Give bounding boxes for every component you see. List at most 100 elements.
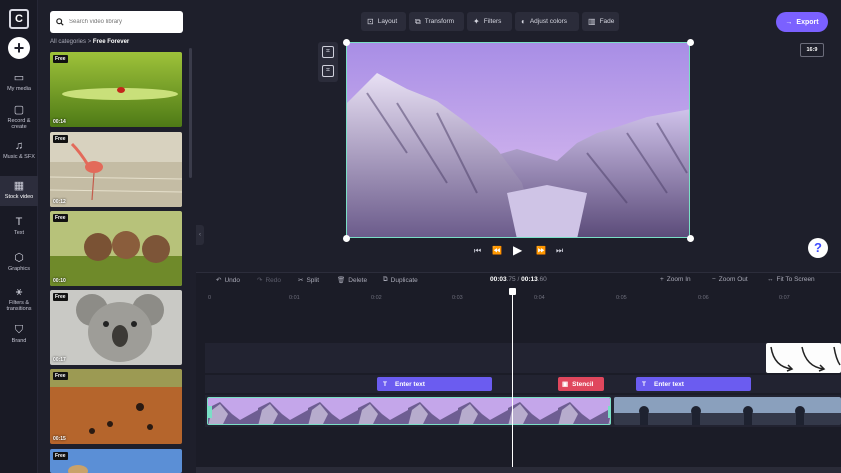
help-button[interactable]: ?	[808, 238, 828, 258]
video-clip-mountains[interactable]	[207, 397, 611, 425]
text-clip[interactable]: T Enter text	[636, 377, 751, 391]
resize-handle[interactable]	[343, 235, 350, 242]
skip-end-icon[interactable]: ⏭	[556, 246, 563, 256]
stencil-icon: ▣	[562, 381, 569, 388]
resize-handle[interactable]	[687, 235, 694, 242]
sidebar-item-stock-video[interactable]: ▦ Stock video	[0, 176, 38, 206]
create-new-button[interactable]: +	[8, 37, 30, 59]
resize-handle[interactable]	[687, 39, 694, 46]
stencil-clip[interactable]: ▣ Stencil	[558, 377, 604, 391]
redo-icon: ↷	[257, 277, 263, 284]
text-clip[interactable]: T Enter text	[377, 377, 492, 391]
text-icon: T	[15, 216, 23, 228]
overlay-track	[205, 343, 841, 373]
zoom-out-button[interactable]: − Zoom Out	[712, 276, 748, 283]
mountains-filmstrip	[208, 398, 610, 424]
skip-start-icon[interactable]: ⏮	[474, 246, 481, 256]
chevron-right-icon: >	[87, 39, 92, 45]
text-icon: T	[383, 380, 387, 388]
sidebar-item-graphics[interactable]: ⬡ Graphics	[0, 252, 38, 278]
duplicate-label: Duplicate	[390, 276, 418, 284]
layout-button[interactable]: ⊡ Layout	[361, 12, 406, 31]
search-box[interactable]	[50, 11, 183, 33]
crop-icon[interactable]: ⌗	[322, 65, 334, 77]
undo-button[interactable]: ↶ Undo	[216, 276, 240, 285]
ruler-tick: 0:06	[698, 295, 709, 301]
video-thumbnail[interactable]: Free 00:15	[50, 369, 182, 444]
fit-screen-icon[interactable]: ⌗	[322, 46, 334, 58]
fit-to-screen-button[interactable]: ↔ Fit To Screen	[767, 276, 815, 283]
duplicate-icon: ⧉	[383, 276, 388, 283]
music-icon: ♫	[14, 140, 24, 152]
ants-image	[50, 369, 182, 444]
layout-label: Layout	[377, 18, 398, 25]
redo-label: Redo	[265, 276, 281, 284]
timeline-scrollbar[interactable]	[196, 467, 841, 473]
sidebar-item-label: Text	[13, 230, 25, 236]
layout-icon: ⊡	[367, 17, 374, 26]
playhead-handle[interactable]	[509, 288, 516, 295]
play-icon[interactable]: ▶	[513, 243, 522, 257]
ruler-tick: 0:05	[616, 295, 627, 301]
aspect-ratio-button[interactable]: 16:9	[800, 43, 824, 57]
transform-button[interactable]: ⧉ Transform	[409, 12, 464, 31]
duplicate-button[interactable]: ⧉ Duplicate	[383, 276, 418, 284]
ruler-tick: 0	[208, 295, 212, 301]
video-thumbnail[interactable]: Free	[50, 449, 182, 473]
adjust-colors-button[interactable]: ◐ Adjust colors	[515, 12, 579, 31]
rewind-icon[interactable]: ⏪	[492, 246, 502, 255]
sidebar-item-filters-transitions[interactable]: ⚹ Filters & transitions	[0, 286, 38, 316]
folder-icon: ▭	[13, 72, 25, 84]
shield-icon: ⛉	[14, 324, 24, 336]
video-thumbnail[interactable]: Free 00:10	[50, 211, 182, 286]
duration-label: 00:17	[53, 357, 66, 363]
free-badge: Free	[53, 214, 68, 222]
sparkle-icon: ✦	[473, 17, 480, 26]
sidebar-item-record-create[interactable]: ▢ Record & create	[0, 104, 38, 134]
arrow-sticker-clip[interactable]	[766, 343, 841, 373]
resize-handle[interactable]	[343, 39, 350, 46]
sunset-filmstrip	[614, 397, 841, 425]
delete-button[interactable]: 🗑 Delete	[337, 276, 367, 285]
breadcrumb-current: Free Forever	[92, 39, 130, 45]
split-button[interactable]: ✂ Split	[298, 276, 319, 285]
breadcrumb-root[interactable]: All categories	[50, 39, 86, 45]
filters-button[interactable]: ✦ Filters	[467, 12, 512, 31]
flamingo-image	[50, 132, 182, 207]
video-thumbnail[interactable]: Free 00:14	[50, 52, 182, 127]
library-scrollbar[interactable]	[189, 48, 192, 178]
sidebar-item-music-sfx[interactable]: ♫ Music & SFX	[0, 140, 38, 170]
free-badge: Free	[53, 55, 68, 63]
current-time: 00:03	[490, 276, 507, 283]
sidebar-item-label: Stock video	[4, 194, 34, 200]
ruler-tick: 0:01	[289, 295, 300, 301]
sidebar-item-text[interactable]: T Text	[0, 216, 38, 242]
search-input[interactable]	[69, 19, 169, 25]
stencil-clip-label: Stencil	[572, 380, 594, 388]
free-badge: Free	[53, 372, 68, 380]
sidebar-item-brand[interactable]: ⛉ Brand	[0, 324, 38, 350]
sidebar-item-label: Graphics	[7, 266, 30, 272]
current-time-frac: .75	[506, 276, 516, 283]
collapse-panel-button[interactable]: ‹	[196, 225, 204, 245]
fit-to-screen-label: Fit To Screen	[776, 276, 815, 283]
sidebar-item-label: Brand	[11, 338, 27, 344]
fade-button[interactable]: ▥ Fade	[582, 12, 619, 31]
video-clip-sunset[interactable]	[614, 397, 841, 425]
palette-icon: ◐	[521, 17, 526, 26]
zoom-in-button[interactable]: + Zoom In	[660, 276, 691, 283]
video-thumbnail[interactable]: Free 00:17	[50, 290, 182, 365]
playhead[interactable]	[512, 290, 513, 473]
redo-button[interactable]: ↷ Redo	[257, 276, 281, 285]
curved-arrows-image	[766, 343, 841, 373]
stock-video-library-panel: All categories > Free Forever Free 00:14…	[38, 0, 194, 473]
video-preview[interactable]	[346, 42, 690, 238]
fast-forward-icon[interactable]: ⏩	[536, 246, 546, 255]
sidebar-item-my-media[interactable]: ▭ My media	[0, 72, 38, 98]
fade-icon: ▥	[588, 17, 596, 26]
ruler-tick: 0:03	[452, 295, 463, 301]
clipchamp-logo[interactable]: C	[9, 9, 29, 29]
video-thumbnail[interactable]: Free 00:12	[50, 132, 182, 207]
duration-label: 00:12	[53, 199, 66, 205]
export-button[interactable]: → Export	[776, 12, 828, 32]
